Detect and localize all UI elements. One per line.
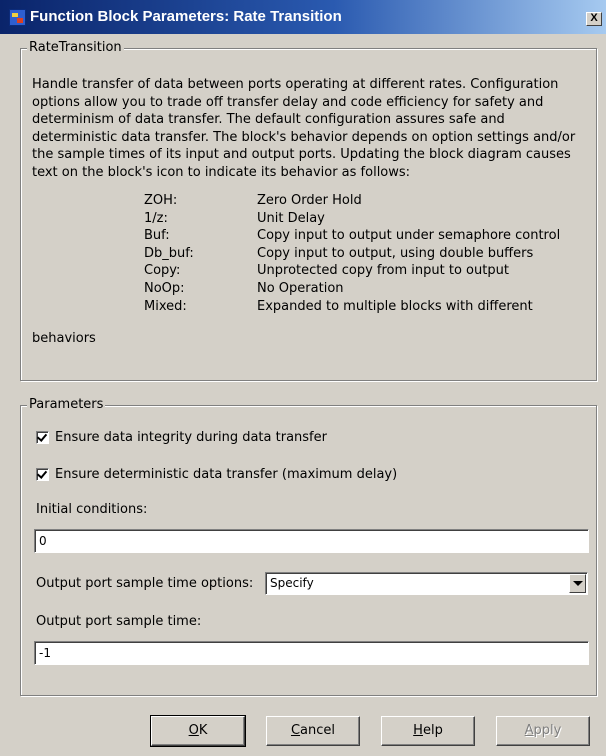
- apply-button[interactable]: Apply: [496, 716, 590, 746]
- behavior-meaning: No Operation: [257, 280, 344, 296]
- behavior-table: ZOH: Zero Order Hold 1/z: Unit Delay Buf: Cop…: [32, 193, 592, 316]
- behavior-meaning: Copy input to output, using double buffe…: [257, 245, 534, 261]
- cancel-button[interactable]: Cancel: [266, 716, 360, 746]
- behavior-row: 1/z: Unit Delay: [32, 211, 592, 229]
- behavior-meaning: Unit Delay: [257, 210, 325, 226]
- ensure-integrity-checkbox[interactable]: [36, 431, 49, 444]
- behavior-code: Copy:: [144, 263, 181, 279]
- chevron-down-icon: [573, 581, 583, 586]
- help-mnemonic: H: [413, 723, 423, 738]
- rate-transition-legend: RateTransition: [27, 40, 124, 56]
- output-port-options-label: Output port sample time options:: [36, 576, 254, 591]
- close-button[interactable]: X: [586, 12, 602, 26]
- ok-label-rest: K: [198, 723, 208, 738]
- behavior-code: Mixed:: [144, 298, 187, 314]
- title-bar[interactable]: Function Block Parameters: Rate Transiti…: [0, 0, 606, 34]
- parameters-legend: Parameters: [27, 397, 106, 413]
- simulink-block-icon: [9, 9, 26, 26]
- ensure-integrity-label: Ensure data integrity during data transf…: [55, 430, 327, 445]
- behavior-meaning: Copy input to output under semaphore con…: [257, 228, 561, 244]
- ensure-integrity-row[interactable]: Ensure data integrity during data transf…: [36, 430, 327, 446]
- ok-mnemonic: O: [188, 723, 199, 738]
- output-port-options-value: Specify: [270, 576, 314, 590]
- cancel-mnemonic: C: [290, 723, 301, 738]
- behavior-code: ZOH:: [144, 193, 178, 208]
- behavior-row: Buf: Copy input to output under semaphore…: [32, 228, 592, 246]
- ensure-deterministic-checkbox[interactable]: [36, 468, 49, 481]
- initial-conditions-label: Initial conditions:: [36, 502, 148, 517]
- apply-mnemonic: A: [524, 723, 534, 738]
- behavior-row: NoOp: No Operation: [32, 281, 592, 299]
- dropdown-arrow-button[interactable]: [569, 574, 586, 593]
- help-button[interactable]: Help: [381, 716, 475, 746]
- behavior-meaning: Expanded to multiple blocks with differe…: [257, 298, 533, 314]
- ensure-deterministic-label: Ensure deterministic data transfer (maxi…: [55, 467, 398, 482]
- behavior-meaning: Zero Order Hold: [257, 193, 362, 208]
- behavior-meaning: Unprotected copy from input to output: [257, 263, 509, 279]
- ok-button[interactable]: OK: [150, 715, 246, 747]
- behavior-trailing-text: behaviors: [32, 331, 96, 346]
- behavior-code: Db_buf:: [144, 245, 194, 261]
- behavior-row: Copy: Unprotected copy from input to outp…: [32, 263, 592, 281]
- cancel-label-rest: ancel: [300, 723, 336, 738]
- behavior-code: 1/z:: [144, 210, 168, 226]
- output-port-sample-time-label: Output port sample time:: [36, 614, 202, 629]
- window-title: Function Block Parameters: Rate Transiti…: [30, 8, 342, 25]
- output-port-options-select[interactable]: Specify: [265, 572, 588, 595]
- initial-conditions-input[interactable]: 0: [34, 529, 589, 553]
- output-port-sample-time-input[interactable]: -1: [34, 641, 589, 665]
- behavior-row: ZOH: Zero Order Hold: [32, 193, 592, 211]
- help-label-rest: elp: [422, 723, 443, 738]
- behavior-code: NoOp:: [144, 280, 185, 296]
- apply-label-rest: pply: [533, 723, 562, 738]
- behavior-code: Buf:: [144, 228, 170, 244]
- behavior-row: Db_buf: Copy input to output, using doubl…: [32, 246, 592, 264]
- description-text: Handle transfer of data between ports op…: [32, 77, 576, 180]
- ensure-deterministic-row[interactable]: Ensure deterministic data transfer (maxi…: [36, 467, 397, 483]
- behavior-row: Mixed: Expanded to multiple blocks with d…: [32, 299, 592, 317]
